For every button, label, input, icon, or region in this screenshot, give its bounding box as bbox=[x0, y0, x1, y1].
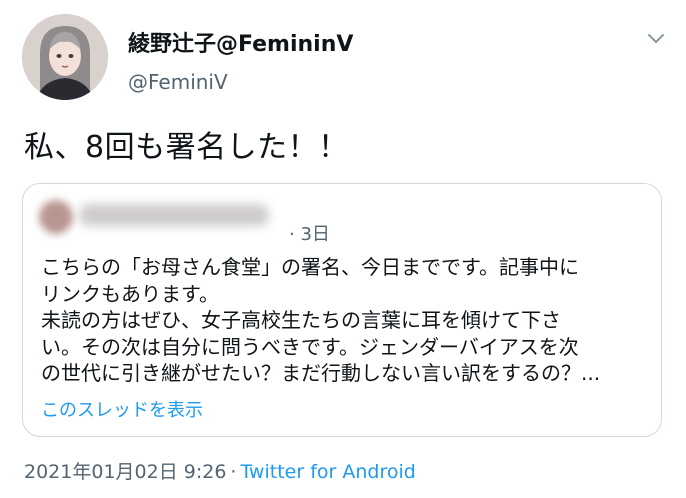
quoted-tweet-time-value: 3日 bbox=[300, 224, 330, 245]
footer-separator: · bbox=[230, 461, 237, 483]
quoted-text-line: リンクもあります。 bbox=[41, 281, 219, 306]
quoted-text-line: 未読の方はぜひ、女子高校生たちの言葉に耳を傾けて下さ bbox=[41, 308, 561, 332]
avatar[interactable] bbox=[22, 14, 108, 100]
quoted-tweet-time: · 3日 bbox=[289, 224, 330, 245]
chevron-down-icon[interactable] bbox=[644, 28, 668, 48]
quoted-tweet-author[interactable]: · 3日 bbox=[39, 198, 330, 245]
quoted-author-name-blurred bbox=[79, 204, 269, 226]
author-handle[interactable]: @FeminiV bbox=[128, 70, 228, 94]
quoted-text-line: こちらの「お母さん食堂」の署名、今日までです。記事中に bbox=[41, 255, 579, 279]
quoted-text-line: の世代に引き継がせたい？まだ行動しない言い訳をするの？... bbox=[41, 361, 601, 385]
tweet-source-link[interactable]: Twitter for Android bbox=[240, 461, 415, 483]
author-display-name[interactable]: 綾野辻子@FemininV bbox=[128, 26, 353, 58]
tweet-timestamp[interactable]: 2021年01月02日 9:26 bbox=[24, 461, 226, 483]
tweet-footer: 2021年01月02日 9:26 · Twitter for Android bbox=[24, 457, 416, 484]
quoted-tweet-card[interactable]: · 3日 こちらの「お母さん食堂」の署名、今日までです。記事中に リンクもありま… bbox=[22, 183, 662, 437]
tweet-text: 私、8回も署名した！！ bbox=[24, 130, 349, 165]
quoted-author-avatar-blurred bbox=[39, 200, 73, 234]
quoted-text-line: い。その次は自分に問うべきです。ジェンダーバイアスを次 bbox=[41, 334, 579, 359]
show-thread-link[interactable]: このスレッドを表示 bbox=[41, 396, 203, 422]
quoted-tweet-text: こちらの「お母さん食堂」の署名、今日までです。記事中に リンクもあります。 未読… bbox=[41, 254, 653, 387]
